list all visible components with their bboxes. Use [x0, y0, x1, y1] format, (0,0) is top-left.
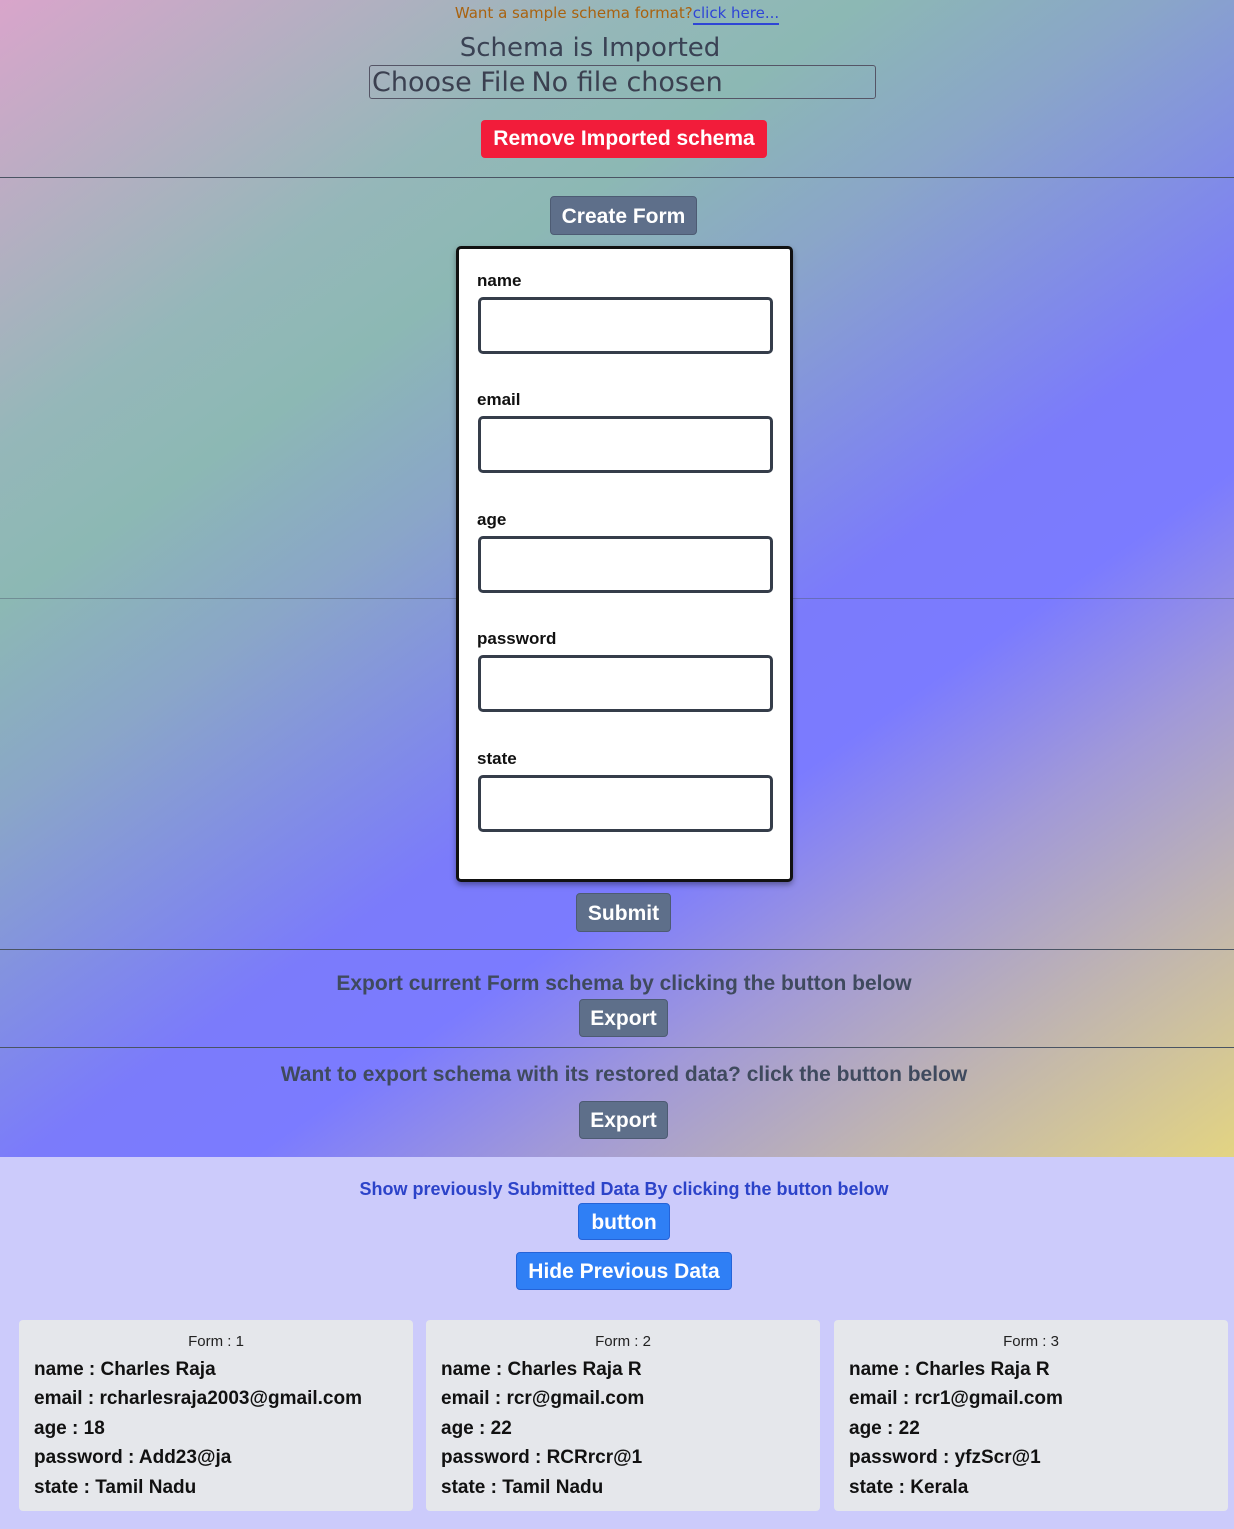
card-row-password: password : yfzScr@1 [849, 1447, 1041, 1469]
card-row-age: age : 22 [441, 1417, 512, 1439]
age-input[interactable] [478, 536, 773, 593]
card-row-name: name : Charles Raja R [441, 1359, 642, 1380]
export-schema-button[interactable]: Export [579, 999, 668, 1037]
export-data-text: Want to export schema with its restored … [280, 1063, 968, 1086]
submitted-form-card: Form : 1 name : Charles Raja email : rch… [19, 1320, 413, 1511]
divider [0, 1047, 1234, 1048]
submitted-form-card: Form : 2 name : Charles Raja R email : r… [426, 1320, 820, 1511]
card-row-password: password : RCRrcr@1 [441, 1447, 643, 1469]
divider [0, 949, 1234, 950]
export-data-button[interactable]: Export [579, 1101, 668, 1139]
card-title: Form : 2 [595, 1333, 651, 1350]
submit-button[interactable]: Submit [576, 893, 671, 932]
password-label: password [477, 629, 557, 648]
state-input[interactable] [478, 775, 773, 832]
choose-file-button[interactable]: Choose File [372, 67, 525, 98]
export-schema-text: Export current Form schema by clicking t… [336, 972, 912, 995]
file-status: No file chosen [531, 67, 723, 98]
email-label: email [477, 390, 521, 409]
card-row-name: name : Charles Raja [34, 1359, 216, 1380]
state-label: state [477, 749, 517, 768]
submitted-form-card: Form : 3 name : Charles Raja R email : r… [834, 1320, 1228, 1511]
form-card: name email age password state [456, 246, 793, 882]
card-row-age: age : 22 [849, 1417, 920, 1439]
sample-schema-link[interactable]: click here... [692, 4, 780, 25]
remove-schema-button[interactable]: Remove Imported schema [481, 120, 767, 158]
password-input[interactable] [478, 655, 773, 712]
show-previous-text: Show previously Submitted Data By clicki… [359, 1179, 889, 1199]
name-label: name [477, 271, 522, 290]
divider [0, 177, 1234, 178]
card-row-state: state : Tamil Nadu [441, 1476, 604, 1498]
email-input[interactable] [478, 416, 773, 473]
card-row-state: state : Tamil Nadu [34, 1476, 197, 1498]
sample-schema-prompt: Want a sample schema format? [454, 4, 693, 22]
card-row-email: email : rcr1@gmail.com [849, 1388, 1063, 1410]
sample-schema-line: Want a sample schema format?click here..… [0, 4, 1234, 25]
card-row-password: password : Add23@ja [34, 1447, 232, 1469]
card-title: Form : 1 [188, 1333, 244, 1350]
card-title: Form : 3 [1003, 1333, 1059, 1350]
card-row-email: email : rcharlesraja2003@gmail.com [34, 1388, 362, 1410]
card-row-name: name : Charles Raja R [849, 1359, 1050, 1380]
create-form-button[interactable]: Create Form [550, 196, 697, 235]
show-previous-button[interactable]: button [578, 1203, 670, 1240]
card-row-email: email : rcr@gmail.com [441, 1388, 645, 1410]
hide-previous-button[interactable]: Hide Previous Data [516, 1252, 732, 1290]
schema-status: Schema is Imported [459, 33, 721, 63]
age-label: age [477, 510, 507, 529]
card-row-age: age : 18 [34, 1417, 105, 1439]
file-input[interactable]: Choose File No file chosen [369, 65, 876, 99]
card-row-state: state : Kerala [849, 1476, 969, 1498]
name-input[interactable] [478, 297, 773, 354]
